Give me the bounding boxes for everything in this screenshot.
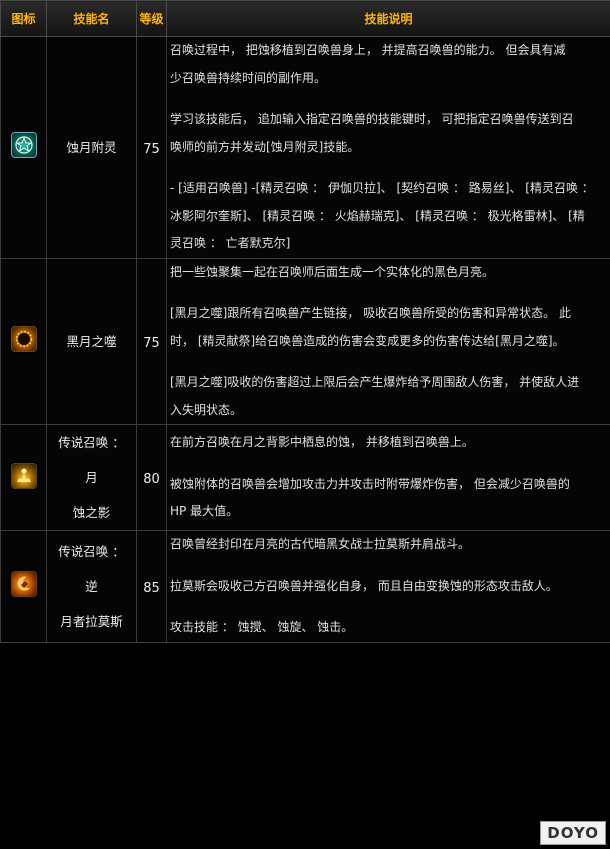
eclipse-moon-icon xyxy=(10,132,37,159)
skill-level-cell: 75 xyxy=(136,36,167,259)
skill-description-cell: 召唤曾经封印在月亮的古代暗黑女战士拉莫斯并肩战斗。 拉莫斯会吸收己方召唤兽并强化… xyxy=(166,530,610,643)
header-description: 技能说明 xyxy=(166,0,610,37)
description-line: 召唤曾经封印在月亮的古代暗黑女战士拉莫斯并肩战斗。 xyxy=(170,537,471,551)
skill-level: 75 xyxy=(143,141,160,157)
description-line: 唤师的前方并发动[蚀月附灵]技能。 xyxy=(170,139,360,154)
description-line: [黑月之噬]吸收的伤害超过上限后会产生爆炸给予周围敌人伤害， 并使敌人进 xyxy=(170,375,580,389)
description-line: 拉莫斯会吸收己方召唤兽并强化自身， 而且自由变换蚀的形态攻击敌人。 xyxy=(170,578,558,593)
description-line: 把一些蚀聚集一起在召唤师后面生成一个实体化的黑色月亮。 xyxy=(170,264,495,279)
skill-level-cell: 75 xyxy=(136,257,167,425)
skill-description-cell: 把一些蚀聚集一起在召唤师后面生成一个实体化的黑色月亮。 [黑月之噬]跟所有召唤兽产… xyxy=(166,257,610,425)
black-moon-icon xyxy=(10,326,37,353)
header-level: 等级 xyxy=(136,0,167,37)
skill-level-cell: 85 xyxy=(136,530,167,643)
table-row: 蚀月附灵 75 召唤过程中， 把蚀移植到召唤兽身上， 并提高召唤兽的能力。 但会具有… xyxy=(0,36,610,259)
description-line: HP 最大值。 xyxy=(170,504,239,519)
doyo-watermark-logo: DOYO xyxy=(540,821,606,845)
header-icon: 图标 xyxy=(0,0,47,37)
description-line: - [适用召唤兽] -[精灵召唤 ： 伊伽贝拉]、 [契约召唤 ： 路易丝]、 … xyxy=(170,181,594,195)
moon-shadow-icon xyxy=(10,462,37,489)
description-line: 被蚀附体的召唤兽会增加攻击力并攻击时附带爆炸伤害， 但会减少召唤兽的 xyxy=(170,476,570,491)
skill-name-line: 蚀月附灵 xyxy=(66,139,117,155)
skill-name-line: 传说召唤 ： 逆 xyxy=(58,543,125,594)
lazarus-icon xyxy=(10,571,37,598)
skill-icon-cell xyxy=(0,424,47,531)
skill-icon-cell xyxy=(0,257,47,425)
table-row: 传说召唤 ： 月蚀之影 80 在前方召唤在月之背影中栖息的蚀， 并移植到召唤兽上。被… xyxy=(0,424,610,531)
skill-name-cell: 蚀月附灵 xyxy=(46,36,137,259)
description-line: 召唤过程中， 把蚀移植到召唤兽身上， 并提高召唤兽的能力。 但会具有减 xyxy=(170,43,566,57)
skill-name-line: 传说召唤 ： 月 xyxy=(58,435,125,485)
header-skill-name: 技能名 xyxy=(46,0,137,37)
skill-table: 图标 技能名 等级 技能说明 蚀月附灵 75 召唤过程中， 把蚀移植到召唤兽身上， … xyxy=(0,0,610,643)
description-line: [黑月之噬]跟所有召唤兽产生链接， 吸收召唤兽所受的伤害和异常状态。 此 xyxy=(170,306,571,320)
description-line: 在前方召唤在月之背影中栖息的蚀， 并移植到召唤兽上。 xyxy=(170,435,474,450)
description-line: 学习该技能后， 追加输入指定召唤兽的技能键时， 可把指定召唤兽传送到召 xyxy=(170,112,574,126)
description-line: 少召唤兽持续时间的副作用。 xyxy=(170,70,327,85)
skill-level: 80 xyxy=(143,472,160,487)
skill-name-cell: 传说召唤 ： 月蚀之影 xyxy=(46,424,137,531)
skill-name-cell: 黑月之噬 xyxy=(46,257,137,425)
skill-icon-cell xyxy=(0,36,47,259)
description-line: 时， [精灵献祭]给召唤兽造成的伤害会变成更多的伤害传达给[黑月之噬]。 xyxy=(170,333,565,348)
table-row: 传说召唤 ： 逆月者拉莫斯 85 召唤曾经封印在月亮的古代暗黑女战士拉莫斯并肩战斗。… xyxy=(0,530,610,643)
skill-name-line: 月者拉莫斯 xyxy=(60,613,123,629)
description-line: 攻击技能 ： 蚀搅、 蚀旋、 蚀击。 xyxy=(170,620,354,634)
skill-icon-cell xyxy=(0,530,47,643)
table-row: 黑月之噬 75 把一些蚀聚集一起在召唤师后面生成一个实体化的黑色月亮。 [黑月之噬]跟… xyxy=(0,257,610,425)
skill-name-line: 蚀之影 xyxy=(72,505,111,520)
skill-description-cell: 在前方召唤在月之背影中栖息的蚀， 并移植到召唤兽上。被蚀附体的召唤兽会增加攻击力… xyxy=(166,424,610,531)
skill-name-cell: 传说召唤 ： 逆月者拉莫斯 xyxy=(46,530,137,643)
skill-description-cell: 召唤过程中， 把蚀移植到召唤兽身上， 并提高召唤兽的能力。 但会具有减 少召唤兽持… xyxy=(166,36,610,259)
skill-level: 75 xyxy=(143,335,160,351)
description-line: 灵召唤 ： 亡者默克尔] xyxy=(170,236,291,250)
table-header-row: 图标 技能名 等级 技能说明 xyxy=(0,0,610,37)
description-line: 入失明状态。 xyxy=(170,402,243,417)
skill-level: 85 xyxy=(143,580,160,596)
description-line: 冰影阿尔奎斯]、 [精灵召唤 ： 火焰赫瑞克]、 [精灵召唤 ： 极光格雷林]、… xyxy=(170,208,585,223)
skill-level-cell: 80 xyxy=(136,424,167,531)
skill-name-line: 黑月之噬 xyxy=(66,333,117,349)
